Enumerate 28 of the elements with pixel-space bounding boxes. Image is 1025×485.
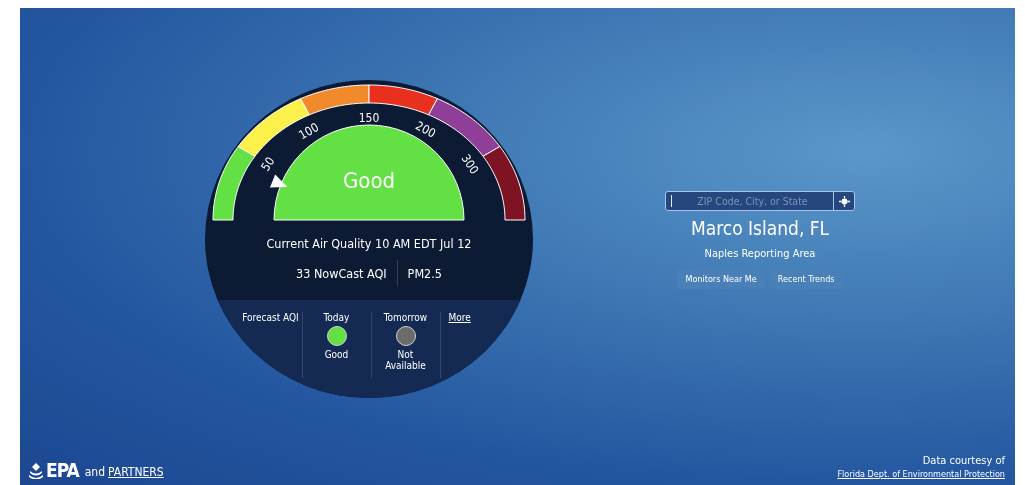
joiner-text: and xyxy=(84,465,106,479)
forecast-status: Good xyxy=(324,349,349,360)
location-name: Marco Island, FL xyxy=(690,217,830,239)
search-field[interactable]: ZIP Code, City, or State xyxy=(665,191,855,211)
forecast-status: Not Available xyxy=(384,349,427,371)
data-credit: Data courtesy of xyxy=(922,454,1005,467)
forecast-day: Tomorrow xyxy=(383,312,428,323)
logo-text: EPA xyxy=(46,461,79,479)
current-air-quality: Current Air Quality 10 AM EDT Jul 12 xyxy=(266,236,472,251)
nav-button[interactable]: Recent Trends xyxy=(769,269,843,289)
pointer-icon xyxy=(269,174,288,188)
nowcast-aqi: 33 NowCast AQI xyxy=(295,265,388,281)
scale-label: 50 xyxy=(258,154,278,174)
reporting-area: Naples Reporting Area xyxy=(704,247,816,260)
aqi-category: Good xyxy=(342,168,396,193)
scale-label: 200 xyxy=(413,118,438,141)
more-link[interactable]: More xyxy=(440,312,499,398)
nav-button[interactable]: Monitors Near Me xyxy=(677,269,765,289)
scale-label: 100 xyxy=(296,120,322,143)
crosshair-icon xyxy=(838,195,850,207)
scale-label: 150 xyxy=(358,110,380,125)
forecast-day: Today xyxy=(323,312,350,323)
source-link[interactable]: Florida Dept. of Environmental Protection xyxy=(837,469,1005,479)
forecast-label: Forecast AQI xyxy=(242,312,299,323)
pollutant: PM2.5 xyxy=(406,265,443,281)
partners-link[interactable]: PARTNERS xyxy=(108,465,164,479)
epa-logo-icon xyxy=(29,463,43,479)
scale-label: 300 xyxy=(458,151,482,177)
